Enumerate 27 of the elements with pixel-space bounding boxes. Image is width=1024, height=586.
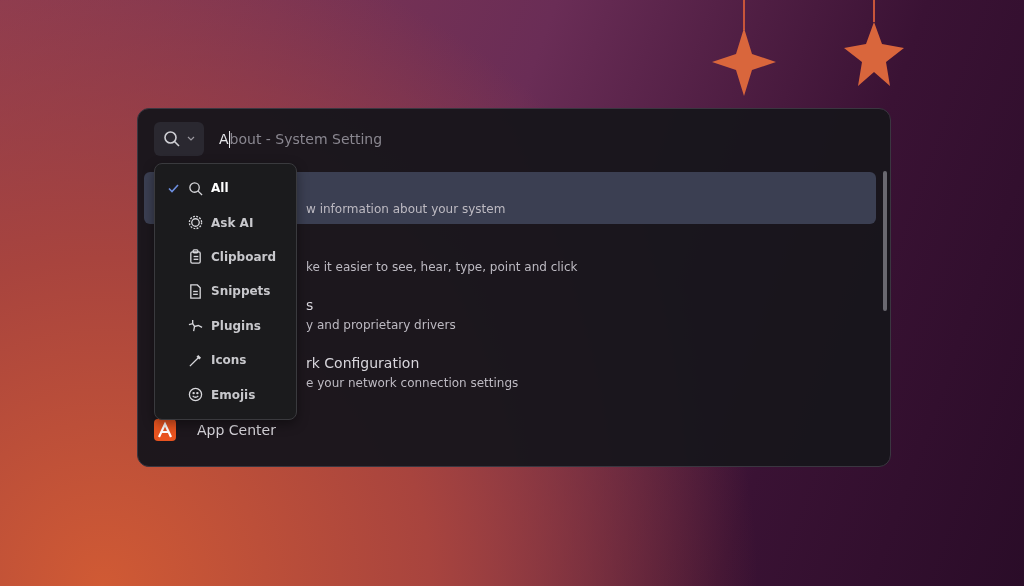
menu-item[interactable]: All	[155, 171, 296, 206]
result-title: App Center	[197, 421, 276, 439]
menu-item[interactable]: Emojis	[155, 377, 296, 412]
smiley-icon	[188, 387, 203, 403]
result-description: ke it easier to see, hear, type, point and click	[306, 259, 578, 274]
menu-item[interactable]: Clipboard	[155, 239, 296, 275]
clipboard-icon	[188, 249, 203, 265]
menu-item[interactable]: Plugins	[155, 308, 296, 343]
result-title: s	[306, 296, 315, 314]
app-icon	[153, 418, 177, 442]
caret-icon	[187, 136, 195, 142]
menu-item[interactable]: Snippets	[155, 274, 296, 309]
search-icon	[188, 180, 203, 196]
plugin-icon	[188, 318, 203, 334]
result-description: y and proprietary drivers	[306, 317, 456, 332]
search-field[interactable]: About - System Setting	[219, 128, 383, 150]
checkmark-icon	[168, 183, 179, 193]
gear-icon	[188, 215, 203, 231]
search-mode-button[interactable]	[154, 122, 204, 156]
result-description: e your network connection settings	[306, 375, 519, 390]
scrollbar[interactable]	[883, 171, 887, 311]
menu-item[interactable]: Icons	[155, 342, 296, 378]
document-icon	[188, 283, 203, 299]
result-description: w information about your system	[306, 201, 506, 216]
result-title: rk Configuration	[306, 354, 421, 372]
eyedropper-icon	[188, 352, 203, 368]
search-icon	[163, 130, 181, 148]
